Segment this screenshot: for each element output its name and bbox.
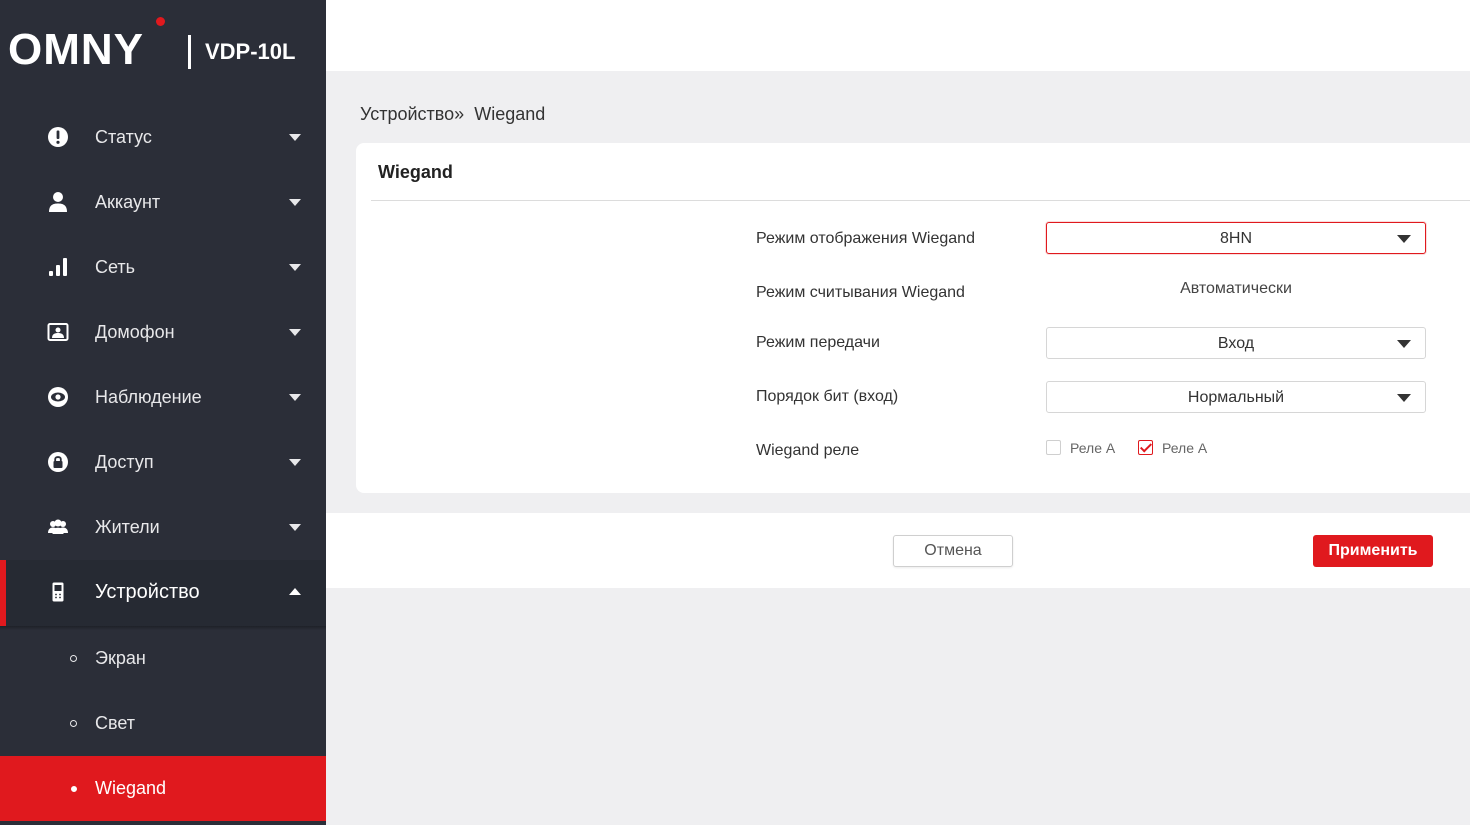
breadcrumb-separator: » [454, 104, 465, 124]
sidebar-subitem-label: Свет [95, 713, 136, 733]
logo-dot [156, 17, 165, 26]
card-title: Wiegand [378, 162, 453, 182]
sidebar-item-status[interactable]: Статус [0, 105, 326, 170]
brand-logo: OMNY [8, 25, 144, 74]
transfer-mode-value: Вход [1217, 335, 1255, 352]
transfer-mode-select[interactable]: Вход [1046, 327, 1426, 359]
chevron-down-icon [289, 264, 301, 271]
users-group-icon [48, 519, 68, 534]
checkbox-checked[interactable] [1138, 440, 1153, 455]
chevron-up-icon [289, 588, 301, 595]
wiegand-relay-label: Wiegand реле [756, 442, 860, 459]
chevron-down-icon [1397, 394, 1411, 402]
bullet-icon [70, 720, 77, 727]
sidebar-item-surveillance[interactable]: Наблюдение [0, 365, 326, 430]
sidebar-item-intercom[interactable]: Домофон [0, 300, 326, 365]
lock-icon [48, 452, 68, 472]
chevron-down-icon [289, 329, 301, 336]
display-mode-value: 8HN [1219, 230, 1252, 247]
device-model: VDP-10L [205, 39, 296, 64]
chevron-down-icon [289, 394, 301, 401]
intercom-picture-icon [47, 323, 69, 341]
display-mode-label: Режим отображения Wiegand [756, 230, 975, 247]
chevron-down-icon [289, 134, 301, 141]
checkbox-label: Реле А [1162, 440, 1208, 456]
breadcrumb-current: Wiegand [474, 104, 546, 124]
bit-order-value: Нормальный [1187, 389, 1285, 406]
chevron-down-icon [1397, 235, 1411, 243]
sidebar-item-label: Доступ [95, 452, 154, 472]
sidebar: OMNY VDP-10L Статус Аккаунт Сеть Домофон… [0, 0, 326, 825]
chevron-down-icon [289, 199, 301, 206]
sidebar-item-label: Домофон [95, 322, 175, 342]
logo-separator [188, 35, 191, 69]
wiegand-settings-card: Wiegand Режим отображения Wiegand 8HN Ре… [356, 143, 1470, 493]
top-bar [326, 0, 1470, 71]
transfer-mode-label: Режим передачи [756, 334, 880, 351]
apply-button[interactable]: Применить [1313, 535, 1433, 567]
sidebar-item-residents[interactable]: Жители [0, 495, 326, 560]
bit-order-label: Порядок бит (вход) [756, 388, 899, 405]
signal-bars-icon [49, 258, 67, 276]
sidebar-item-label: Жители [95, 517, 160, 537]
chevron-down-icon [289, 524, 301, 531]
eye-icon [48, 387, 68, 407]
sidebar-subitem-screen[interactable]: Экран [0, 626, 326, 691]
sidebar-subitem-light[interactable]: Свет [0, 691, 326, 756]
logo-area: OMNY VDP-10L [0, 0, 326, 105]
card-divider [371, 200, 1470, 201]
chevron-down-icon [1397, 340, 1411, 348]
sidebar-item-label: Наблюдение [95, 387, 202, 407]
sidebar-subitem-wiegand[interactable]: Wiegand [0, 756, 326, 821]
cancel-button[interactable]: Отмена [893, 535, 1013, 567]
device-icon [52, 582, 64, 602]
sidebar-item-label: Статус [95, 127, 152, 147]
display-mode-select[interactable]: 8HN [1046, 222, 1426, 254]
exclamation-circle-icon [48, 127, 68, 147]
sidebar-item-label: Сеть [95, 257, 136, 277]
read-mode-label: Режим считывания Wiegand [756, 284, 965, 301]
sidebar-subitem-label: Экран [95, 648, 146, 668]
sidebar-subitem-label: Wiegand [95, 778, 167, 798]
user-icon [49, 192, 67, 212]
sidebar-item-access[interactable]: Доступ [0, 430, 326, 495]
checkbox-label: Реле А [1070, 440, 1116, 456]
chevron-down-icon [289, 459, 301, 466]
bullet-icon [70, 655, 77, 662]
sidebar-item-network[interactable]: Сеть [0, 235, 326, 300]
bit-order-select[interactable]: Нормальный [1046, 381, 1426, 413]
read-mode-value: Автоматически [1180, 280, 1292, 297]
checkbox-unchecked[interactable] [1046, 440, 1061, 455]
sidebar-item-account[interactable]: Аккаунт [0, 170, 326, 235]
sidebar-item-label: Устройство [95, 581, 200, 603]
bullet-icon [71, 786, 77, 792]
breadcrumb-parent[interactable]: Устройство [360, 104, 454, 124]
sidebar-item-label: Аккаунт [95, 192, 161, 212]
action-footer: Отмена Применить [326, 513, 1470, 588]
breadcrumb: Устройство» Wiegand [360, 103, 545, 125]
sidebar-item-device[interactable]: Устройство [0, 560, 326, 626]
